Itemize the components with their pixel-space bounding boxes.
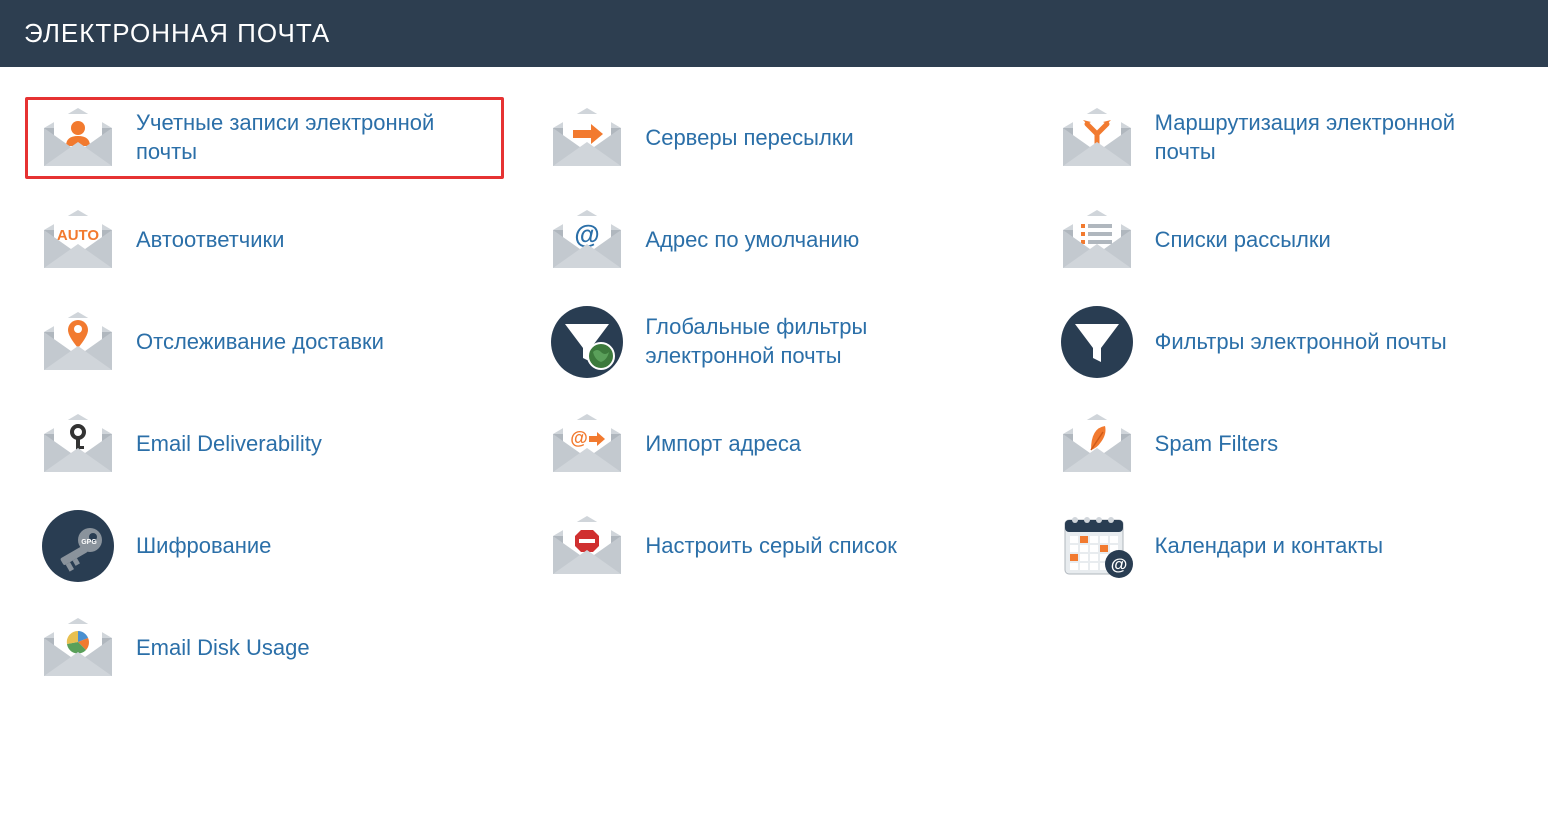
item-label: Серверы пересылки	[645, 124, 853, 153]
envelope-split-icon	[1057, 108, 1137, 168]
item-forwarders[interactable]: Серверы пересылки	[534, 97, 1013, 179]
envelope-feather-icon	[1057, 414, 1137, 474]
section-title: ЭЛЕКТРОННАЯ ПОЧТА	[0, 0, 1548, 67]
key-circle-icon: GPG	[38, 516, 118, 576]
envelope-person-icon	[38, 108, 118, 168]
item-email-deliverability[interactable]: Email Deliverability	[25, 403, 504, 485]
envelope-at-arrow-icon: @	[547, 414, 627, 474]
envelope-at-icon: @	[547, 210, 627, 270]
envelope-auto-icon: AUTO	[38, 210, 118, 270]
item-label: Глобальные фильтры электронной почты	[645, 313, 1000, 370]
item-label: Шифрование	[136, 532, 271, 561]
item-email-routing[interactable]: Маршрутизация электронной почты	[1044, 97, 1523, 179]
item-track-delivery[interactable]: Отслеживание доставки	[25, 301, 504, 383]
item-label: Автоответчики	[136, 226, 284, 255]
envelope-pin-icon	[38, 312, 118, 372]
envelope-arrow-icon	[547, 108, 627, 168]
funnel-icon	[1057, 312, 1137, 372]
item-label: Календари и контакты	[1155, 532, 1383, 561]
item-greylisting[interactable]: Настроить серый список	[534, 505, 1013, 587]
svg-text:AUTO: AUTO	[57, 227, 100, 244]
item-label: Email Disk Usage	[136, 634, 310, 663]
funnel-globe-icon	[547, 312, 627, 372]
svg-text:@: @	[1110, 555, 1127, 574]
envelope-pie-icon	[38, 618, 118, 678]
svg-text:GPG: GPG	[81, 539, 97, 546]
item-label: Отслеживание доставки	[136, 328, 384, 357]
calendar-at-icon: @	[1057, 516, 1137, 576]
item-label: Маршрутизация электронной почты	[1155, 109, 1510, 166]
item-global-filters[interactable]: Глобальные фильтры электронной почты	[534, 301, 1013, 383]
item-label: Spam Filters	[1155, 430, 1278, 459]
item-label: Email Deliverability	[136, 430, 322, 459]
svg-text:@: @	[571, 428, 589, 448]
item-label: Списки рассылки	[1155, 226, 1331, 255]
item-label: Адрес по умолчанию	[645, 226, 859, 255]
item-email-disk-usage[interactable]: Email Disk Usage	[25, 607, 504, 689]
item-address-importer[interactable]: @ Импорт адреса	[534, 403, 1013, 485]
item-label: Фильтры электронной почты	[1155, 328, 1447, 357]
item-label: Настроить серый список	[645, 532, 897, 561]
envelope-key-icon	[38, 414, 118, 474]
item-encryption[interactable]: GPG Шифрование	[25, 505, 504, 587]
item-autoresponders[interactable]: AUTO Автоответчики	[25, 199, 504, 281]
item-default-address[interactable]: @ Адрес по умолчанию	[534, 199, 1013, 281]
item-label: Учетные записи электронной почты	[136, 109, 491, 166]
item-label: Импорт адреса	[645, 430, 801, 459]
item-email-accounts[interactable]: Учетные записи электронной почты	[25, 97, 504, 179]
envelope-stop-icon	[547, 516, 627, 576]
item-spam-filters[interactable]: Spam Filters	[1044, 403, 1523, 485]
envelope-list-icon	[1057, 210, 1137, 270]
item-email-filters[interactable]: Фильтры электронной почты	[1044, 301, 1523, 383]
item-calendars-contacts[interactable]: @ Календари и контакты	[1044, 505, 1523, 587]
item-mailing-lists[interactable]: Списки рассылки	[1044, 199, 1523, 281]
